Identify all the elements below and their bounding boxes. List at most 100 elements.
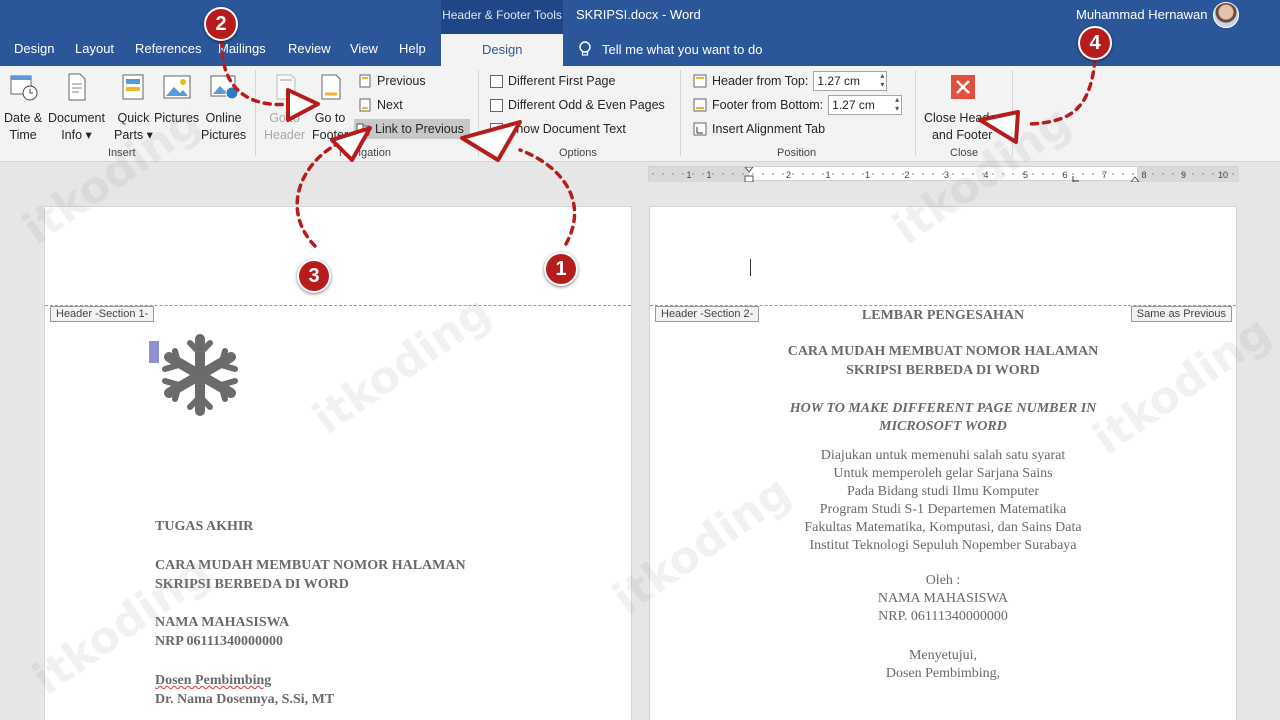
tab-help[interactable]: Help (399, 41, 426, 56)
next-button[interactable]: Next (358, 95, 403, 115)
tab-review[interactable]: Review (288, 41, 331, 56)
ruler-tick (972, 173, 974, 175)
online-picture-icon (210, 75, 239, 100)
ruler-tick (1002, 173, 1004, 175)
tab-design[interactable]: Design (14, 41, 54, 56)
lightbulb-icon (579, 41, 591, 56)
pictures-label: Pictures (154, 111, 200, 125)
ruler-tick (942, 173, 944, 175)
avatar[interactable] (1213, 2, 1239, 28)
close-header-footer-label-2: and Footer (931, 128, 993, 142)
horizontal-ruler[interactable]: 1121123456789101112 (648, 166, 1239, 182)
close-header-footer-button[interactable]: Close Header and Footer (924, 72, 1000, 144)
tell-me-text: Tell me what you want to do (602, 41, 763, 57)
online-pictures-label-2: Pictures (201, 128, 247, 142)
ruler-tick (1142, 173, 1144, 175)
ruler-tick (1072, 173, 1074, 175)
go-to-header-label-1: Go to (269, 111, 300, 125)
ruler-tick (952, 173, 954, 175)
tab-header-footer-design[interactable]: Design (441, 34, 564, 66)
footer-from-bottom-label: Footer from Bottom: (712, 98, 824, 112)
page-section-1[interactable]: Header -Section 1- TUGAS AKHIR CARA MUDA… (44, 206, 632, 720)
approved-label: Menyetujui, (908, 648, 978, 663)
previous-button[interactable]: Previous (358, 71, 426, 91)
different-first-page-checkbox[interactable] (490, 74, 503, 88)
document-info-button[interactable]: Document Info ▾ (48, 72, 105, 144)
group-separator (680, 70, 681, 156)
text-cursor (750, 259, 751, 276)
tab-layout[interactable]: Layout (75, 41, 114, 56)
ruler-tick (652, 173, 654, 175)
different-odd-even-option[interactable]: Different Odd & Even Pages (490, 95, 665, 115)
document-info-icon (68, 73, 86, 101)
ribbon: Date & Time Document Info ▾ Quick Parts … (0, 66, 1280, 162)
next-label: Next (377, 98, 403, 112)
tab-references[interactable]: References (135, 41, 201, 56)
ruler-tick (992, 173, 994, 175)
tab-mailings[interactable]: Mailings (218, 41, 266, 56)
position-group-label: Position (777, 147, 817, 159)
ruler-number: 5 (1023, 170, 1028, 180)
ruler-tick (902, 173, 904, 175)
thesis-title-line-1: CARA MUDAH MEMBUAT NOMOR HALAMAN (155, 558, 466, 573)
header-from-top-label: Header from Top: (712, 74, 809, 88)
ruler-number: 1 (865, 170, 870, 180)
close-icon (951, 75, 976, 99)
show-document-text-option[interactable]: ✓ Show Document Text (490, 119, 626, 139)
ruler-number: 2 (786, 170, 791, 180)
ruler-tick (782, 173, 784, 175)
ruler-tick (1212, 173, 1214, 175)
online-pictures-button[interactable]: Online Pictures (201, 72, 246, 144)
ruler-tick (892, 173, 894, 175)
pictures-button[interactable]: Pictures (154, 72, 199, 127)
ruler-number: 3 (944, 170, 949, 180)
ruler-tick (822, 173, 824, 175)
footer-from-bottom-input[interactable]: 1.27 cm (828, 95, 903, 115)
header-from-top-input[interactable]: 1.27 cm (813, 71, 888, 91)
ruler-tick (1062, 173, 1064, 175)
quick-parts-button[interactable]: Quick Parts ▾ (114, 72, 153, 144)
insert-alignment-tab-label: Insert Alignment Tab (712, 122, 826, 136)
go-to-header-label-2: Header (264, 128, 305, 142)
previous-icon (359, 74, 371, 88)
ruler-tick (1132, 173, 1134, 175)
body-line-3: Pada Bidang studi Ilmu Komputer (846, 484, 1040, 499)
different-first-page-option[interactable]: Different First Page (490, 71, 615, 91)
go-to-footer-button[interactable]: Go to Footer (312, 72, 348, 144)
show-document-text-checkbox[interactable]: ✓ (490, 122, 503, 136)
ruler-tick (862, 173, 864, 175)
date-time-button[interactable]: Date & Time (4, 72, 42, 144)
english-title-line-2: MICROSOFT WORD (879, 419, 1007, 434)
go-to-header-icon (276, 74, 295, 100)
ruler-tick (1052, 173, 1054, 175)
insert-alignment-tab-button[interactable]: Insert Alignment Tab (693, 119, 825, 139)
quick-parts-label-1: Quick (117, 111, 150, 125)
ruler-tick (812, 173, 814, 175)
ruler-number: 2 (904, 170, 909, 180)
ruler-tick (922, 173, 924, 175)
ruler-tick (682, 173, 684, 175)
go-to-header-button[interactable]: Go to Header (264, 72, 305, 144)
ruler-tick (832, 173, 834, 175)
page-section-2[interactable]: Header -Section 2- Same as Previous LEMB… (649, 206, 1237, 720)
different-odd-even-checkbox[interactable] (490, 98, 503, 112)
student-nrp: NRP 06111340000000 (155, 634, 283, 649)
tab-view[interactable]: View (350, 41, 378, 56)
go-to-footer-label-2: Footer (312, 128, 349, 142)
link-to-previous-button[interactable]: Link to Previous (354, 119, 470, 139)
approval-sheet-title: LEMBAR PENGESAHAN (861, 308, 1025, 323)
ruler-tick (872, 173, 874, 175)
body-line-6: Institut Teknologi Sepuluh Nopember Sura… (809, 538, 1077, 553)
ruler-tick (802, 173, 804, 175)
user-name[interactable]: Muhammad Hernawan (1076, 7, 1208, 22)
tell-me-search[interactable]: Tell me what you want to do (578, 41, 762, 57)
ruler-tick (852, 173, 854, 175)
header-from-top: Header from Top: 1.27 cm (693, 71, 888, 91)
go-to-footer-label-1: Go to (314, 111, 346, 125)
step-4-badge: 4 (1078, 26, 1112, 60)
ruler-tick (1232, 173, 1234, 175)
ruler-tick (1102, 173, 1104, 175)
ruler-tick (1172, 173, 1174, 175)
ruler-tick (1192, 173, 1194, 175)
ruler-tick (1152, 173, 1154, 175)
